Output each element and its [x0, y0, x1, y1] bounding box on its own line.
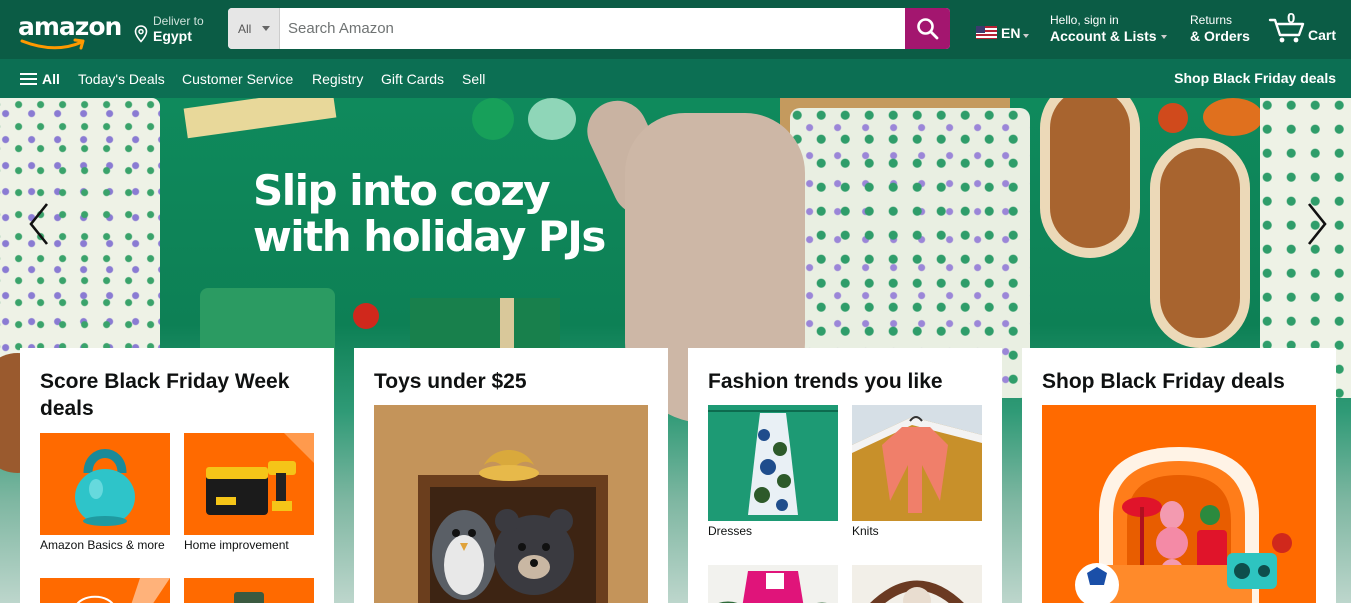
- search-category-label: All: [238, 22, 252, 36]
- search-input[interactable]: [280, 8, 905, 49]
- search-bar: All: [228, 8, 950, 49]
- search-icon: [917, 18, 939, 40]
- ornament-image: [1203, 98, 1263, 136]
- card-title: Score Black Friday Week deals: [40, 370, 290, 420]
- ornament-image: [472, 98, 514, 140]
- account-greeting: Hello, sign in: [1050, 13, 1119, 27]
- tile-caption: Home improvement: [184, 538, 289, 552]
- account-lists-row: Account & Lists: [1050, 28, 1175, 44]
- kettlebell-image: [40, 433, 170, 535]
- nav-link-registry[interactable]: Registry: [312, 71, 363, 87]
- jacket-image: [708, 565, 838, 603]
- us-flag-icon: [976, 26, 997, 39]
- hair-accessory-image: [852, 565, 982, 603]
- search-category-dropdown[interactable]: All: [228, 8, 280, 49]
- nav-link-sell[interactable]: Sell: [462, 71, 485, 87]
- nav-bar: All Today's Deals Customer Service Regis…: [0, 59, 1351, 98]
- carousel-next-arrow-icon[interactable]: [1305, 202, 1329, 246]
- logo-text: amazon: [18, 12, 122, 41]
- hero-headline-line2: with holiday PJs: [253, 212, 606, 261]
- tile-caption: Amazon Basics & more: [40, 538, 165, 552]
- account-and-lists[interactable]: Hello, sign in Account & Lists: [1050, 13, 1175, 47]
- deliver-to-label: Deliver to: [153, 14, 204, 28]
- deliver-to-location: Egypt: [153, 28, 192, 44]
- hamburger-menu-icon: [20, 73, 37, 85]
- product-image: [184, 578, 314, 603]
- smile-arrow-icon: [20, 38, 85, 50]
- nav-link-todays-deals[interactable]: Today's Deals: [78, 71, 165, 87]
- card-title: Shop Black Friday deals: [1042, 370, 1285, 393]
- top-header: amazon Deliver to Egypt All EN: [0, 0, 1351, 59]
- location-pin-icon: [134, 25, 148, 43]
- language-code: EN: [1001, 25, 1021, 41]
- home-decor-image: [1042, 405, 1316, 603]
- cart-button[interactable]: 0 Cart: [1268, 10, 1343, 46]
- slipper-image: [1040, 98, 1140, 258]
- amazon-logo[interactable]: amazon: [18, 10, 122, 52]
- language-selector[interactable]: EN: [976, 24, 1036, 44]
- deal-card: Toys under $25: [354, 348, 668, 603]
- ribbon-image: [183, 98, 337, 139]
- product-image: [40, 578, 170, 603]
- tile-caption: Knits: [852, 524, 879, 538]
- deal-card: Fashion trends you like Dresses Knits: [688, 348, 1002, 603]
- ornament-image: [528, 98, 576, 140]
- tile-caption: Dresses: [708, 524, 753, 538]
- nav-promo-link[interactable]: Shop Black Friday deals: [1174, 70, 1336, 86]
- hero-headline-line1: Slip into cozy: [253, 166, 551, 215]
- slipper-image: [1150, 138, 1250, 348]
- deliver-to[interactable]: Deliver to Egypt: [134, 13, 218, 47]
- carousel-prev-arrow-icon[interactable]: [27, 202, 51, 246]
- nav-link-gift-cards[interactable]: Gift Cards: [381, 71, 444, 87]
- power-drill-image: [184, 433, 314, 535]
- deal-card: Score Black Friday Week deals Amazon Bas…: [20, 348, 334, 603]
- all-menu-label: All: [42, 71, 60, 87]
- nav-link-customer-service[interactable]: Customer Service: [182, 71, 293, 87]
- plush-toys-image: [374, 405, 648, 603]
- cart-label: Cart: [1308, 27, 1337, 43]
- returns-label: Returns: [1190, 13, 1233, 27]
- cart-count: 0: [1287, 10, 1296, 27]
- hero-headline: Slip into cozy with holiday PJs: [253, 166, 606, 261]
- ornament-image: [353, 303, 379, 329]
- account-label: Account & Lists: [1050, 28, 1157, 44]
- returns-and-orders[interactable]: Returns & Orders: [1190, 13, 1260, 47]
- dress-image: [708, 405, 838, 521]
- chevron-down-icon: [262, 26, 270, 31]
- chevron-down-icon: [1160, 35, 1167, 40]
- card-title: Fashion trends you like: [708, 370, 943, 393]
- knit-top-image: [852, 405, 982, 521]
- chevron-down-icon: [1023, 34, 1029, 38]
- orders-label: & Orders: [1190, 28, 1250, 44]
- deal-card: Shop Black Friday deals: [1022, 348, 1336, 603]
- search-button[interactable]: [905, 8, 950, 49]
- card-title: Toys under $25: [374, 370, 527, 393]
- ornament-image: [1158, 103, 1188, 133]
